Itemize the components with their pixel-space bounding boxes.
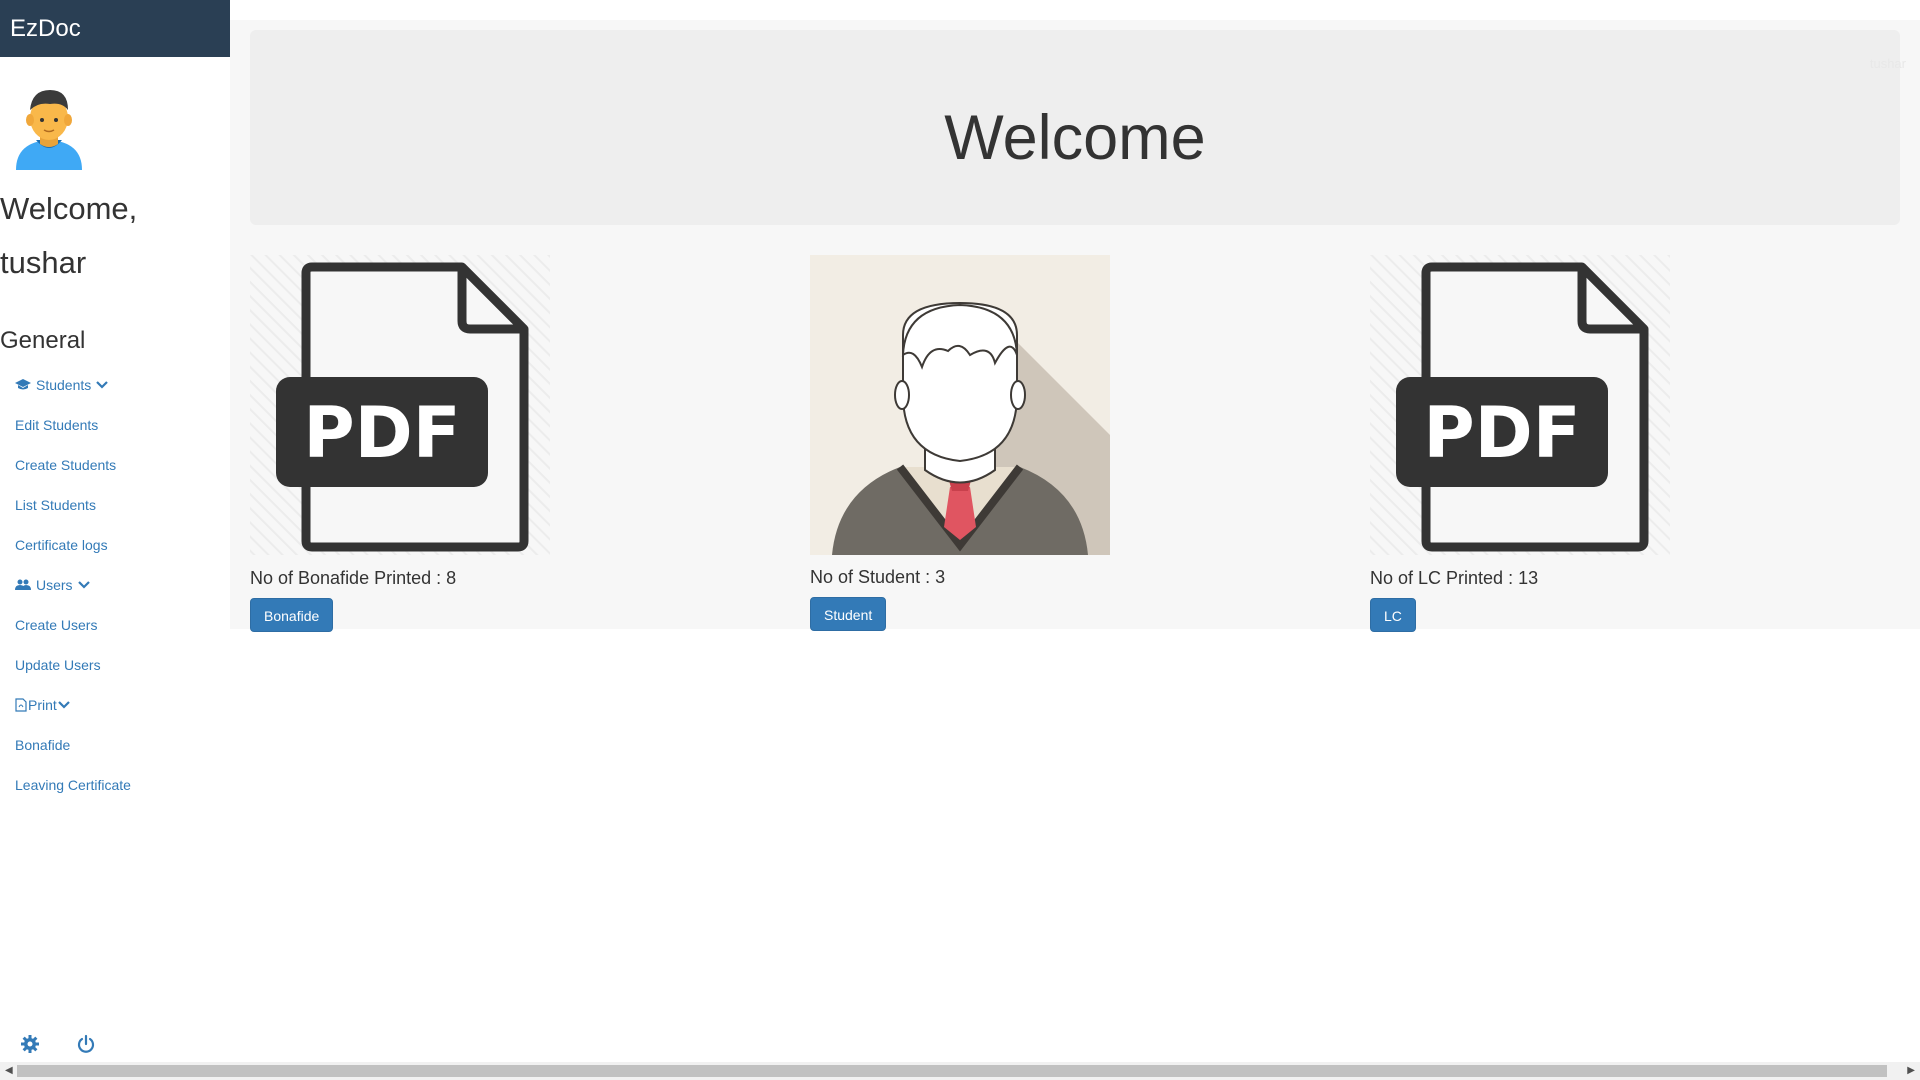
user-avatar-icon [16, 90, 82, 170]
jumbotron: Welcome [250, 30, 1900, 225]
sidebar-footer [0, 1030, 230, 1060]
gear-icon[interactable] [20, 1034, 40, 1054]
bonafide-count: No of Bonafide Printed : 8 [250, 568, 457, 588]
sidebar-item-label: Users [36, 577, 73, 593]
sidebar-item-bonafide[interactable]: Bonafide [15, 725, 131, 765]
sidebar-nav: Students Edit Students Create Students L… [15, 365, 131, 805]
page-title: Welcome [944, 103, 1206, 173]
welcome-label: Welcome, [0, 191, 138, 226]
sidebar-item-label: Students [36, 377, 92, 393]
username: tushar [0, 245, 87, 280]
pdf-document-icon: PDF [1370, 255, 1670, 555]
sidebar-item-certificate-logs[interactable]: Certificate logs [15, 525, 131, 565]
pdf-file-icon [15, 698, 27, 712]
svg-text:PDF: PDF [303, 392, 460, 474]
sidebar-item-create-users[interactable]: Create Users [15, 605, 131, 645]
bonafide-card: PDF No of Bonafide Printed : 8 Bonafide [250, 255, 550, 632]
pdf-document-icon: PDF [250, 255, 550, 555]
bonafide-button[interactable]: Bonafide [250, 598, 334, 632]
svg-text:PDF: PDF [1423, 392, 1580, 474]
student-button[interactable]: Student [810, 597, 887, 631]
graduation-cap-icon [15, 379, 31, 390]
sidebar: EzDoc Welcome, tushar General Students E… [0, 0, 230, 1080]
section-title: General [0, 327, 86, 354]
sidebar-item-create-students[interactable]: Create Students [15, 445, 131, 485]
sidebar-item-list-students[interactable]: List Students [15, 485, 131, 525]
sidebar-item-students[interactable]: Students [15, 365, 131, 405]
sidebar-item-label: Print [28, 697, 57, 713]
chevron-down-icon [77, 581, 90, 589]
chevron-down-icon [58, 701, 70, 709]
horizontal-scrollbar[interactable]: ◀ ▶ [0, 1062, 1920, 1080]
scroll-right-icon[interactable]: ▶ [1907, 1065, 1915, 1076]
brand-logo[interactable]: EzDoc [0, 0, 230, 57]
sidebar-item-update-users[interactable]: Update Users [15, 645, 131, 685]
lc-card: PDF No of LC Printed : 13 LC [1370, 255, 1670, 632]
user-menu[interactable]: tushar [1870, 56, 1906, 71]
lc-button[interactable]: LC [1370, 598, 1416, 632]
top-strip [230, 0, 1920, 20]
users-icon [15, 579, 31, 590]
student-avatar-icon [810, 255, 1110, 555]
sidebar-item-leaving-certificate[interactable]: Leaving Certificate [15, 765, 131, 805]
chevron-down-icon [96, 381, 109, 389]
scroll-left-icon[interactable]: ◀ [5, 1065, 13, 1076]
power-icon[interactable] [76, 1034, 96, 1054]
sidebar-item-print[interactable]: Print [15, 685, 131, 725]
student-card: No of Student : 3 Student [810, 255, 1110, 631]
scrollbar-thumb[interactable] [17, 1065, 1887, 1077]
main-content: tushar Welcome PDF No of Bonafide Printe… [230, 20, 1920, 632]
sidebar-item-users[interactable]: Users [15, 565, 131, 605]
sidebar-item-edit-students[interactable]: Edit Students [15, 405, 131, 445]
student-count: No of Student : 3 [810, 567, 946, 587]
lc-count: No of LC Printed : 13 [1370, 568, 1539, 588]
